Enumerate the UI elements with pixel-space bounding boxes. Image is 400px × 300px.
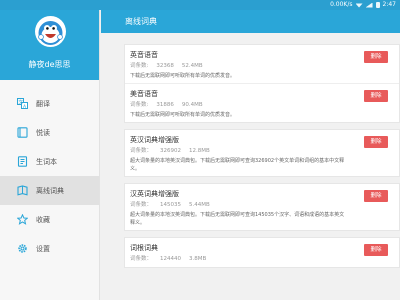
entry-count-label: 词条数: bbox=[130, 102, 149, 108]
avatar[interactable] bbox=[35, 16, 66, 47]
clock: 2:47 bbox=[382, 1, 396, 8]
dictionary-meta: 词条数: 31886 90.4MB bbox=[130, 100, 395, 110]
dictionary-size: 52.4MB bbox=[181, 63, 203, 69]
translate-icon: 文A bbox=[10, 98, 34, 109]
nav-item-offline-dict[interactable]: 离线词典 bbox=[0, 176, 99, 205]
dictionary-description: 下载后无需联网即可听取所有单词的优质发音。 bbox=[130, 73, 236, 79]
entry-count: 326902 bbox=[160, 148, 182, 154]
offline-dict-icon bbox=[10, 185, 34, 196]
entry-count: 145035 bbox=[160, 202, 182, 208]
status-bar: 0.00K/s 2:47 bbox=[0, 0, 400, 10]
delete-button[interactable]: 删除 bbox=[364, 136, 388, 148]
dictionary-description: 超大词条量的本地汉英词典包。下载后无需联网即可查询145035个汉字、词语和成语… bbox=[130, 212, 345, 226]
dictionary-title: 汉英词典增强版 bbox=[130, 190, 179, 198]
dictionary-row[interactable]: 英汉词典增强版 词条数： 326902 12.8MB 超大词条量的本地英汉词典包。下… bbox=[125, 130, 399, 176]
entry-count: 31886 bbox=[156, 102, 174, 108]
dictionary-size: 5.44MB bbox=[189, 202, 210, 208]
nav-item-translate[interactable]: 文A 翻译 bbox=[0, 89, 99, 118]
entry-count: 124440 bbox=[160, 256, 182, 262]
delete-button[interactable]: 删除 bbox=[364, 190, 388, 202]
nav-label: 离线词典 bbox=[36, 186, 64, 195]
dictionary-meta: 词条数： 326902 12.8MB bbox=[130, 146, 395, 156]
book-icon bbox=[10, 127, 34, 138]
dictionary-title: 英汉词典增强版 bbox=[130, 136, 179, 144]
dictionary-size: 90.4MB bbox=[181, 102, 203, 108]
dictionary-card: 词根词典 词条数： 124440 3.8MB 删除 bbox=[124, 237, 400, 268]
nav-label: 翻译 bbox=[36, 99, 50, 108]
dictionary-row[interactable]: 汉英词典增强版 词条数： 145035 5.44MB 超大词条量的本地汉英词典包。下… bbox=[125, 184, 399, 230]
dictionary-description: 超大词条量的本地英汉词典包。下载后无需联网即可查询326902个英文单词和词组的… bbox=[130, 158, 345, 172]
entry-count: 32368 bbox=[156, 63, 174, 69]
dictionary-card: 英音语音 词条数: 32368 52.4MB 下载后无需联网即可听取所有单词的优质发… bbox=[124, 44, 400, 123]
entry-count-label: 词条数： bbox=[130, 148, 153, 154]
dictionary-title: 英音语音 bbox=[130, 51, 158, 59]
nav-label: 设置 bbox=[36, 244, 50, 253]
dictionary-row[interactable]: 词根词典 词条数： 124440 3.8MB 删除 bbox=[125, 238, 399, 267]
dictionary-meta: 词条数： 124440 3.8MB bbox=[130, 254, 395, 264]
wifi-icon bbox=[355, 3, 363, 8]
battery-icon bbox=[375, 2, 380, 8]
entry-count-label: 词条数： bbox=[130, 256, 153, 262]
entry-count-label: 词条数： bbox=[130, 202, 153, 208]
delete-button[interactable]: 删除 bbox=[364, 51, 388, 63]
sidebar: 静夜de思思 文A 翻译 悦读 生词本 离线词典 收藏 设置 bbox=[0, 10, 100, 300]
profile-header[interactable]: 静夜de思思 bbox=[0, 10, 99, 80]
star-icon bbox=[10, 214, 34, 225]
nav-label: 生词本 bbox=[36, 157, 57, 166]
avatar-face-icon bbox=[38, 21, 63, 45]
dictionary-size: 3.8MB bbox=[189, 256, 207, 262]
nav-item-favorites[interactable]: 收藏 bbox=[0, 205, 99, 234]
dictionary-card: 英汉词典增强版 词条数： 326902 12.8MB 超大词条量的本地英汉词典包。下… bbox=[124, 129, 400, 177]
nav-item-wordbook[interactable]: 生词本 bbox=[0, 147, 99, 176]
wordbook-icon bbox=[10, 156, 34, 167]
dictionary-title: 美音语音 bbox=[130, 90, 158, 98]
nav-label: 悦读 bbox=[36, 128, 50, 137]
nav-item-reading[interactable]: 悦读 bbox=[0, 118, 99, 147]
dictionary-title: 词根词典 bbox=[130, 244, 158, 252]
delete-button[interactable]: 删除 bbox=[364, 90, 388, 102]
dictionary-row[interactable]: 英音语音 词条数: 32368 52.4MB 下载后无需联网即可听取所有单词的优质发… bbox=[125, 45, 399, 84]
main-panel: 离线词典 英音语音 词条数: 32368 52.4MB 下载后无需联网即可听取所有单… bbox=[101, 10, 400, 300]
profile-name: 静夜de思思 bbox=[28, 60, 71, 69]
dictionary-list[interactable]: 英音语音 词条数: 32368 52.4MB 下载后无需联网即可听取所有单词的优质发… bbox=[124, 44, 400, 300]
nav-item-settings[interactable]: 设置 bbox=[0, 234, 99, 263]
gear-icon bbox=[10, 243, 34, 254]
entry-count-label: 词条数: bbox=[130, 63, 149, 69]
dictionary-card: 汉英词典增强版 词条数： 145035 5.44MB 超大词条量的本地汉英词典包。下… bbox=[124, 183, 400, 231]
dictionary-row[interactable]: 美音语音 词条数: 31886 90.4MB 下载后无需联网即可听取所有单词的优质发… bbox=[125, 84, 399, 122]
signal-icon bbox=[365, 2, 373, 8]
delete-button[interactable]: 删除 bbox=[364, 244, 388, 256]
network-speed: 0.00K/s bbox=[330, 1, 353, 8]
dictionary-meta: 词条数: 32368 52.4MB bbox=[130, 61, 395, 71]
page-title-bar: 离线词典 bbox=[101, 10, 400, 33]
page-title: 离线词典 bbox=[125, 17, 157, 26]
dictionary-size: 12.8MB bbox=[189, 148, 210, 154]
dictionary-description: 下载后无需联网即可听取所有单词的优质发音。 bbox=[130, 112, 236, 118]
nav-label: 收藏 bbox=[36, 215, 50, 224]
nav-menu: 文A 翻译 悦读 生词本 离线词典 收藏 设置 bbox=[0, 89, 99, 263]
dictionary-meta: 词条数： 145035 5.44MB bbox=[130, 200, 395, 210]
